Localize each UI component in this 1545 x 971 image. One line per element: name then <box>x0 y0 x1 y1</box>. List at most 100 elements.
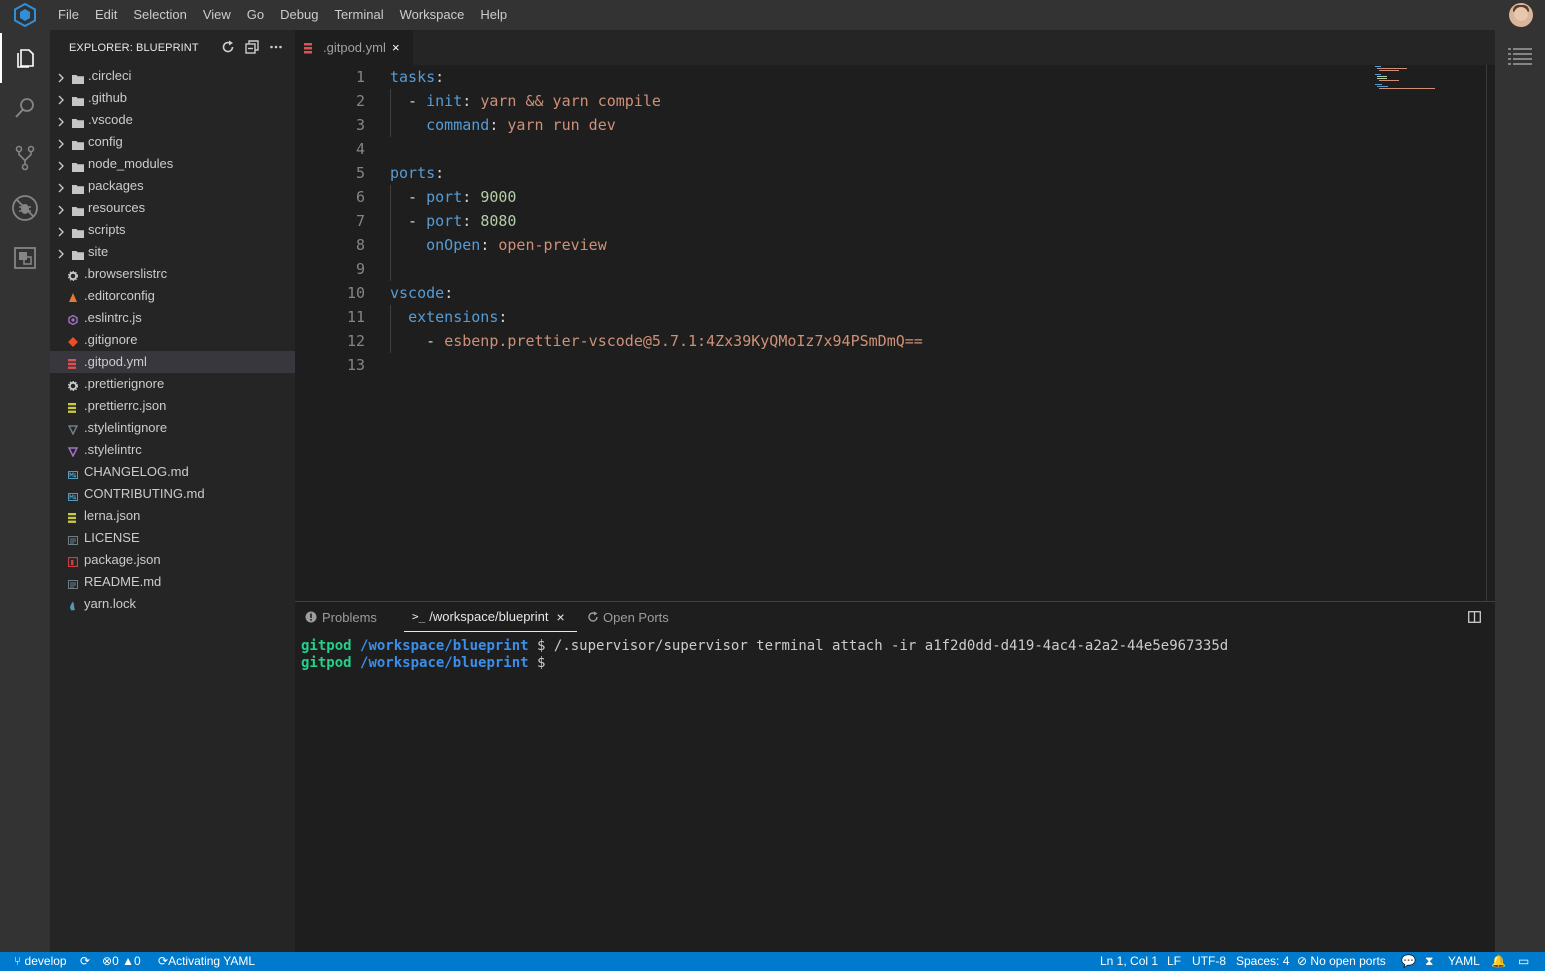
tab-terminal[interactable]: >_ /workspace/blueprint × <box>404 602 577 632</box>
file-item[interactable]: .eslintrc.js <box>50 307 295 329</box>
folder-item[interactable]: .circleci <box>50 65 295 87</box>
indent-status[interactable]: Spaces: 4 <box>1236 954 1289 969</box>
file-label: .stylelintignore <box>84 420 168 435</box>
more-actions-icon[interactable] <box>269 40 283 57</box>
stylelint-icon <box>67 423 79 436</box>
toggle-panel-icon[interactable]: ▭ <box>1518 954 1529 969</box>
menu-item-go[interactable]: Go <box>239 0 272 30</box>
menu-item-workspace[interactable]: Workspace <box>392 0 473 30</box>
collapse-all-icon[interactable] <box>245 40 259 57</box>
close-icon[interactable]: × <box>392 40 400 55</box>
indent-guide <box>390 185 391 281</box>
folder-item[interactable]: site <box>50 241 295 263</box>
outline-icon[interactable] <box>1508 48 1532 69</box>
folder-item[interactable]: resources <box>50 197 295 219</box>
file-label: README.md <box>84 574 162 589</box>
sync-icon[interactable]: ⟳ <box>80 954 90 969</box>
tab-problems-label: Problems <box>322 609 377 625</box>
file-item[interactable]: package.json <box>50 549 295 571</box>
terminal-path: /workspace/blueprint <box>360 655 529 671</box>
file-item[interactable]: .stylelintignore <box>50 417 295 439</box>
menu-item-debug[interactable]: Debug <box>272 0 326 30</box>
folder-icon <box>72 94 84 109</box>
folder-item[interactable]: node_modules <box>50 153 295 175</box>
refresh-icon[interactable] <box>221 40 235 57</box>
chevron-right-icon <box>57 181 65 196</box>
terminal-prompt: $ <box>537 655 546 671</box>
code-token: : <box>462 212 481 230</box>
code-token: - <box>390 92 427 110</box>
folder-label: resources <box>88 200 146 215</box>
file-item[interactable]: CONTRIBUTING.md <box>50 483 295 505</box>
search-icon[interactable] <box>0 83 50 133</box>
status-bar: ⑂ develop ⟳ ⊗0 ▲0 ⟳Activating YAML Ln 1,… <box>0 952 1545 971</box>
code-token: : <box>444 284 454 302</box>
folder-label: config <box>88 134 123 149</box>
file-item[interactable]: .stylelintrc <box>50 439 295 461</box>
file-item[interactable]: README.md <box>50 571 295 593</box>
gitpod-logo-icon[interactable] <box>0 0 50 30</box>
debug-icon[interactable] <box>0 183 50 233</box>
ports-status[interactable]: ⊘ No open ports <box>1297 954 1386 969</box>
split-panel-icon[interactable] <box>1468 611 1481 626</box>
folder-icon <box>72 116 84 131</box>
file-item[interactable]: .prettierrc.json <box>50 395 295 417</box>
file-item[interactable]: .browserslistrc <box>50 263 295 285</box>
file-item[interactable]: .gitpod.yml <box>50 351 295 373</box>
file-label: LICENSE <box>84 530 140 545</box>
file-item[interactable]: LICENSE <box>50 527 295 549</box>
menu-item-file[interactable]: File <box>50 0 87 30</box>
chevron-right-icon <box>57 225 65 240</box>
code-line: 11 extensions: <box>295 305 1485 329</box>
bell-icon[interactable]: 🔔 <box>1491 954 1506 969</box>
menu-item-selection[interactable]: Selection <box>125 0 194 30</box>
hourglass-icon[interactable]: ⧗ <box>1425 954 1433 969</box>
folder-item[interactable]: config <box>50 131 295 153</box>
code-line: 5 ports: <box>295 161 1485 185</box>
code-text: - init: yarn && yarn compile <box>390 89 661 113</box>
user-avatar[interactable] <box>1509 3 1533 27</box>
close-icon[interactable]: × <box>556 609 564 625</box>
tab-problems[interactable]: Problems <box>305 602 377 632</box>
file-item[interactable]: lerna.json <box>50 505 295 527</box>
encoding-status[interactable]: UTF-8 <box>1192 954 1226 969</box>
branch-status[interactable]: ⑂ develop <box>14 954 67 969</box>
file-item[interactable]: .gitignore <box>50 329 295 351</box>
code-token: 9000 <box>480 188 517 206</box>
problems-status[interactable]: ⊗0 ▲0 <box>102 954 141 969</box>
feedback-icon[interactable]: 💬 <box>1401 954 1416 969</box>
file-label: package.json <box>84 552 161 567</box>
file-item[interactable]: CHANGELOG.md <box>50 461 295 483</box>
tab-open-ports[interactable]: Open Ports <box>587 602 669 632</box>
eol-status[interactable]: LF <box>1167 954 1181 969</box>
editor-scrollbar[interactable] <box>1486 65 1487 601</box>
file-item[interactable]: .editorconfig <box>50 285 295 307</box>
folder-icon <box>72 182 84 197</box>
code-editor[interactable]: 1 tasks: 2 - init: yarn && yarn compile 3 c… <box>295 65 1495 601</box>
file-item[interactable]: .prettierignore <box>50 373 295 395</box>
npm-icon <box>67 555 79 568</box>
menu-item-help[interactable]: Help <box>472 0 515 30</box>
extensions-icon[interactable] <box>0 233 50 283</box>
file-item[interactable]: yarn.lock <box>50 593 295 615</box>
tab-gitpod-yml[interactable]: .gitpod.yml × <box>295 30 413 65</box>
language-mode[interactable]: YAML <box>1448 954 1480 969</box>
explorer-icon[interactable] <box>0 33 50 83</box>
line-number: 2 <box>355 92 365 110</box>
code-text: extensions: <box>390 305 507 329</box>
source-control-icon[interactable] <box>0 133 50 183</box>
code-token: ports <box>390 164 436 182</box>
menu-item-edit[interactable]: Edit <box>87 0 125 30</box>
minimap[interactable] <box>1375 65 1485 601</box>
menu-item-terminal[interactable]: Terminal <box>326 0 391 30</box>
menu-bar: File Edit Selection View Go Debug Terminal Work… <box>0 0 1545 30</box>
info-icon <box>305 611 317 623</box>
folder-item[interactable]: .github <box>50 87 295 109</box>
folder-item[interactable]: .vscode <box>50 109 295 131</box>
menu-item-view[interactable]: View <box>195 0 239 30</box>
cursor-position[interactable]: Ln 1, Col 1 <box>1100 954 1158 969</box>
folder-item[interactable]: scripts <box>50 219 295 241</box>
line-number: 8 <box>355 236 365 254</box>
folder-item[interactable]: packages <box>50 175 295 197</box>
